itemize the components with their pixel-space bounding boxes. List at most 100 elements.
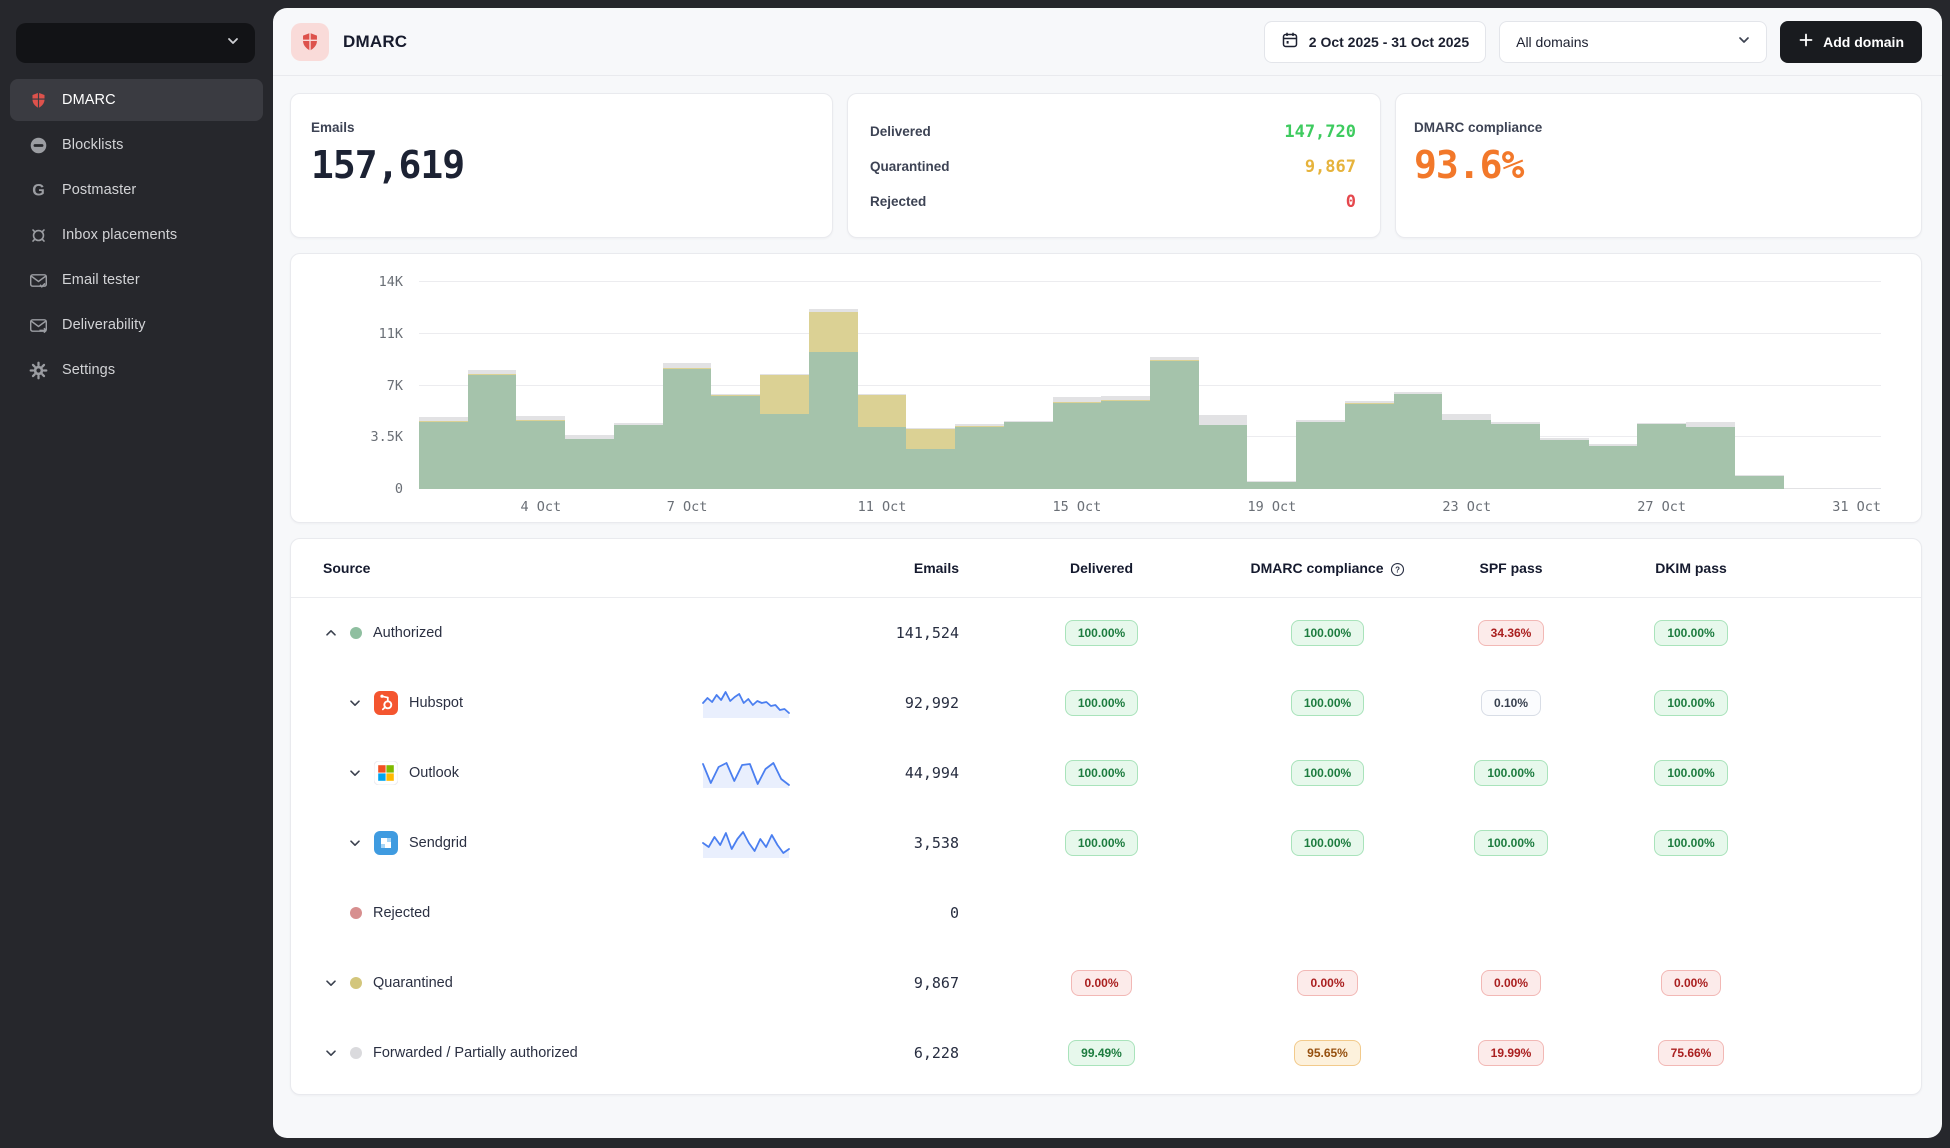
date-range-picker[interactable]: 2 Oct 2025 - 31 Oct 2025 <box>1264 21 1486 63</box>
domain-filter-select[interactable]: All domains <box>1499 21 1767 63</box>
date-range-label: 2 Oct 2025 - 31 Oct 2025 <box>1309 34 1469 50</box>
chart-bar-delivered <box>711 396 760 489</box>
expander-chevron-down-icon[interactable] <box>347 695 363 711</box>
sidebar-item-email-tester[interactable]: Email tester <box>10 259 263 301</box>
table-row-hubspot[interactable]: Hubspot92,992100.00%100.00%0.10%100.00% <box>291 668 1921 738</box>
chart-bar-delivered <box>419 422 468 489</box>
expander-chevron-down-icon[interactable] <box>347 765 363 781</box>
column-header-dmarc-compliance: DMARC compliance? <box>1244 560 1411 577</box>
percent-badge: 0.10% <box>1481 690 1541 716</box>
source-cell: Sendgrid <box>323 831 701 855</box>
chart-y-tick-label: 0 <box>339 481 403 497</box>
expander-chevron-down-icon[interactable] <box>347 835 363 851</box>
emails-count: 141,524 <box>801 624 959 642</box>
table-row-sendgrid[interactable]: Sendgrid3,538100.00%100.00%100.00%100.00… <box>291 808 1921 878</box>
badge-cell: 100.00% <box>959 760 1244 786</box>
badge-cell: 100.00% <box>1411 830 1611 856</box>
column-header-dkim-pass: DKIM pass <box>1611 560 1771 576</box>
chart-x-tick-label: 27 Oct <box>1637 499 1686 515</box>
expander-chevron-down-icon[interactable] <box>323 1045 339 1061</box>
badge-cell: 100.00% <box>1244 830 1411 856</box>
source-cell: Forwarded / Partially authorized <box>323 1045 701 1061</box>
sidebar-item-settings[interactable]: Settings <box>10 349 263 391</box>
chart-bar-delivered <box>516 421 565 489</box>
sidebar-item-label: Deliverability <box>62 317 146 333</box>
sidebar-item-label: Blocklists <box>62 137 123 153</box>
expander-chevron-down-icon[interactable] <box>323 975 339 991</box>
source-label: Rejected <box>373 905 430 921</box>
source-cell: Outlook <box>323 761 701 785</box>
hubspot-icon <box>374 691 398 715</box>
domain-filter-value: All domains <box>1516 34 1588 50</box>
chart-x-tick-label: 19 Oct <box>1247 499 1296 515</box>
chart-bar-delivered <box>1735 476 1784 489</box>
badge-cell: 100.00% <box>1244 760 1411 786</box>
emails-count: 44,994 <box>801 764 959 782</box>
table-row-outlook[interactable]: Outlook44,994100.00%100.00%100.00%100.00… <box>291 738 1921 808</box>
emails-count: 0 <box>801 904 959 922</box>
expander-chevron-up-icon[interactable] <box>323 625 339 641</box>
chart-bar-quarantined <box>1345 403 1394 404</box>
chart-gridline <box>419 281 1881 282</box>
chart-x-tick-label: 31 Oct <box>1832 499 1881 515</box>
google-g-icon: G <box>28 180 48 200</box>
percent-badge: 75.66% <box>1658 1040 1725 1066</box>
percent-badge: 19.99% <box>1478 1040 1545 1066</box>
status-card: Delivered 147,720 Quarantined 9,867 Reje… <box>847 93 1381 238</box>
chart-bar-other <box>1150 357 1199 360</box>
badge-cell: 0.00% <box>1611 970 1771 996</box>
chart-x-tick-label: 15 Oct <box>1053 499 1102 515</box>
chart-bar-other <box>516 416 565 420</box>
table-row-authorized[interactable]: Authorized141,524100.00%100.00%34.36%100… <box>291 598 1921 668</box>
badge-cell: 100.00% <box>1611 760 1771 786</box>
add-domain-button[interactable]: Add domain <box>1780 21 1922 63</box>
chart-bar-quarantined <box>419 421 468 422</box>
chart-bar-delivered <box>955 427 1004 489</box>
table-row-quarantined[interactable]: Quarantined9,8670.00%0.00%0.00%0.00% <box>291 948 1921 1018</box>
sidebar-item-deliverability[interactable]: Deliverability <box>10 304 263 346</box>
table-row-rejected[interactable]: Rejected 0 <box>291 878 1921 948</box>
percent-badge: 99.49% <box>1068 1040 1135 1066</box>
sidebar-item-dmarc[interactable]: DMARC <box>10 79 263 121</box>
help-icon[interactable]: ? <box>1390 562 1405 577</box>
table-row-forwarded-partially-authorized[interactable]: Forwarded / Partially authorized 6,228 99.… <box>291 1018 1921 1088</box>
chart-bar-quarantined <box>955 426 1004 427</box>
chart-bar-other <box>1735 475 1784 476</box>
source-label: Quarantined <box>373 975 453 991</box>
emails-count: 3,538 <box>801 834 959 852</box>
page-title: DMARC <box>343 32 407 52</box>
chart-bar-delivered <box>1394 394 1443 489</box>
percent-badge: 100.00% <box>1474 760 1547 786</box>
svg-text:?: ? <box>1395 565 1400 574</box>
source-label: Authorized <box>373 625 442 641</box>
quarantined-row: Quarantined 9,867 <box>870 149 1356 184</box>
page-header: DMARC 2 Oct 2025 - 31 Oct 2025 All domai… <box>273 8 1942 76</box>
chart-y-tick-label: 11K <box>339 326 403 342</box>
badge-cell: 100.00% <box>959 690 1244 716</box>
workspace-switcher[interactable] <box>16 23 255 63</box>
sidebar-item-label: Settings <box>62 362 115 378</box>
delivered-label: Delivered <box>870 124 931 139</box>
percent-badge: 0.00% <box>1481 970 1541 996</box>
sidebar-item-blocklists[interactable]: Blocklists <box>10 124 263 166</box>
emails-count: 92,992 <box>801 694 959 712</box>
sidebar-item-inbox-placements[interactable]: Inbox placements <box>10 214 263 256</box>
content: Emails 157,619 Delivered 147,720 Quarant… <box>273 76 1942 1095</box>
chart-gridline <box>419 333 1881 334</box>
chart-x-tick-label: 4 Oct <box>521 499 562 515</box>
sidebar-item-postmaster[interactable]: GPostmaster <box>10 169 263 211</box>
sidebar-item-label: DMARC <box>62 92 116 108</box>
percent-badge: 100.00% <box>1654 830 1727 856</box>
column-header-source: Source <box>323 560 701 576</box>
emails-count: 6,228 <box>801 1044 959 1062</box>
badge-cell: 100.00% <box>1611 620 1771 646</box>
quarantined-value: 9,867 <box>1305 157 1356 177</box>
delivered-row: Delivered 147,720 <box>870 114 1356 149</box>
chart-bar-other <box>1199 415 1248 425</box>
badge-cell: 100.00% <box>1611 830 1771 856</box>
percent-badge: 100.00% <box>1654 620 1727 646</box>
chart-bar-other <box>565 435 614 439</box>
rejected-row: Rejected 0 <box>870 184 1356 219</box>
percent-badge: 100.00% <box>1065 620 1138 646</box>
sources-table: SourceEmailsDeliveredDMARC compliance?SP… <box>290 538 1922 1095</box>
